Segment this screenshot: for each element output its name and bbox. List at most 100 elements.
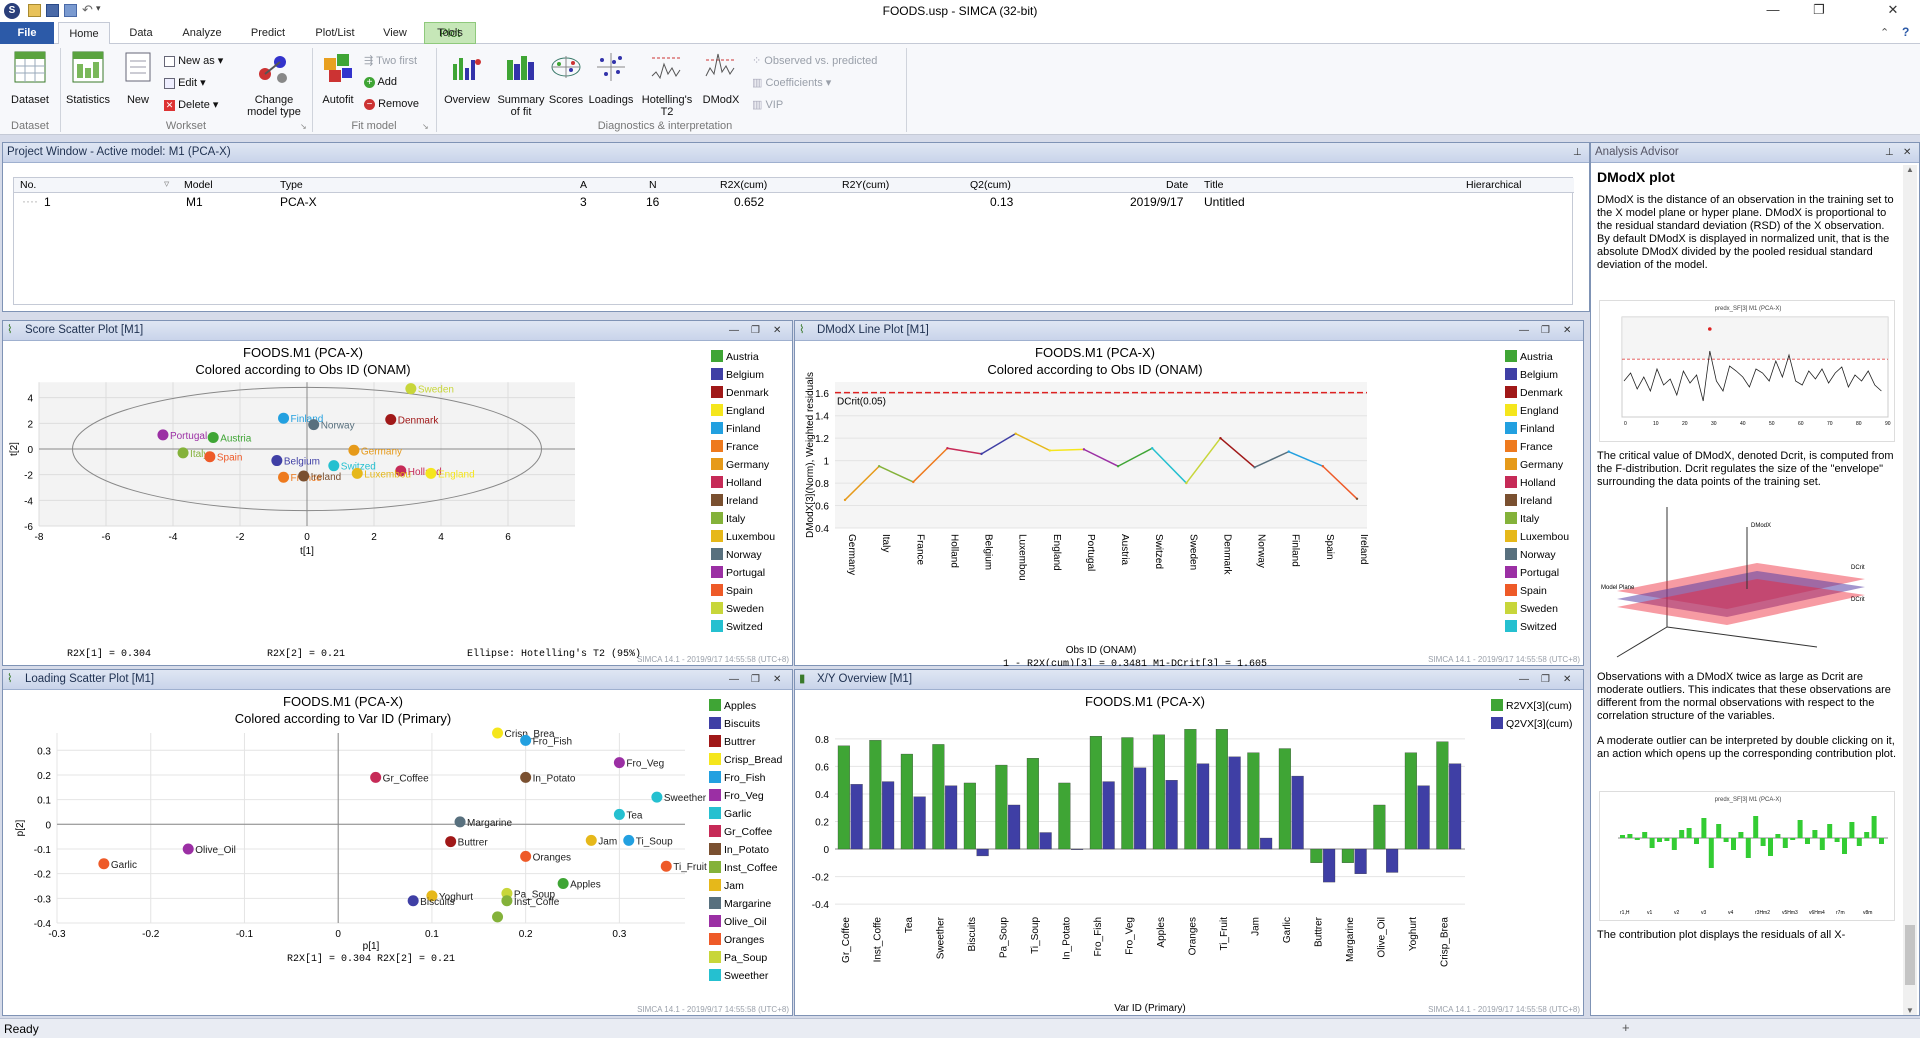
restore-icon[interactable]: ❐ xyxy=(751,670,760,689)
tab-tools[interactable]: Tools xyxy=(424,22,476,44)
scroll-thumb[interactable] xyxy=(1905,925,1915,985)
summary-of-fit-button[interactable]: Summary of fit xyxy=(496,48,546,120)
legend-label-obs: Luxembou xyxy=(726,531,775,543)
col-no[interactable]: No. xyxy=(20,179,36,191)
minimize-icon[interactable]: — xyxy=(729,670,739,689)
observed-vs-predicted-button[interactable]: ⁘ Observed vs. predicted xyxy=(752,54,902,70)
pin-icon[interactable]: ⊥ xyxy=(1885,143,1894,162)
y-axis-label: p[2] xyxy=(15,819,26,836)
restore-icon[interactable]: ❐ xyxy=(1541,670,1550,689)
change-model-type-button[interactable]: Change model type xyxy=(238,48,308,120)
help-icon[interactable]: ? xyxy=(1902,25,1909,39)
restore-icon[interactable]: ❐ xyxy=(1541,321,1550,340)
score-point-label: Germany xyxy=(361,446,402,457)
loading-point-label: In_Potato xyxy=(533,773,576,784)
thumb-x-tick: r3Hm2 xyxy=(1755,910,1770,916)
statistics-button[interactable]: Statistics xyxy=(64,48,112,112)
score-point-label: England xyxy=(438,469,475,480)
autofit-button[interactable]: Autofit xyxy=(316,48,360,112)
sort-icon[interactable]: ▿ xyxy=(164,178,169,190)
add-component-button[interactable]: + Add xyxy=(364,76,434,92)
loading-scatter-plot[interactable]: FOODS.M1 (PCA-X) Colored according to Var… xyxy=(3,691,792,1016)
dialog-launcher-icon[interactable]: ↘ xyxy=(422,122,429,131)
loadings-button[interactable]: Loadings xyxy=(586,48,636,120)
new-workset-button[interactable]: New xyxy=(116,48,160,112)
minimize-icon[interactable]: — xyxy=(1519,670,1529,689)
col-type[interactable]: Type xyxy=(280,179,303,191)
close-icon[interactable]: ✕ xyxy=(1563,321,1571,340)
overview-button[interactable]: Overview xyxy=(440,48,494,112)
col-date[interactable]: Date xyxy=(1166,179,1188,191)
scroll-up-icon[interactable]: ▲ xyxy=(1903,165,1917,174)
dataset-button[interactable]: Dataset xyxy=(6,48,54,112)
close-icon[interactable]: ✕ xyxy=(1903,143,1911,162)
col-r2y[interactable]: R2Y(cum) xyxy=(842,179,889,191)
new-as-button[interactable]: New as ▾ xyxy=(164,54,234,70)
xy-overview-bar-chart[interactable]: FOODS.M1 (PCA-X) -0.4 -0.2 0 0.2 0.4 0.6 0.8 Gr_… xyxy=(795,691,1583,1016)
legend-label-obs: Finland xyxy=(726,423,761,435)
scores-button[interactable]: Scores xyxy=(548,48,584,120)
tab-file[interactable]: File xyxy=(0,22,54,44)
score-point xyxy=(157,429,169,441)
score-point-label: Sweden xyxy=(418,385,454,396)
close-icon[interactable]: ✕ xyxy=(1563,670,1571,689)
table-row[interactable]: ···· 1 M1 PCA-X 3 16 0.652 0.13 2019/9/1… xyxy=(14,194,1574,210)
close-icon[interactable]: ✕ xyxy=(773,321,781,340)
dmodx-button[interactable]: DModX xyxy=(698,48,744,120)
col-n[interactable]: N xyxy=(649,179,657,191)
y-tick-label: 0 xyxy=(45,820,51,831)
restore-icon[interactable]: ❐ xyxy=(751,321,760,340)
tab-data[interactable]: Data xyxy=(116,22,166,44)
two-first-button[interactable]: ⇶ Two first xyxy=(364,54,434,70)
dmodx-line-plot[interactable]: FOODS.M1 (PCA-X) Colored according to Obs… xyxy=(795,342,1583,666)
vip-button[interactable]: ▥ VIP xyxy=(752,98,902,114)
minimize-icon[interactable]: — xyxy=(1519,321,1529,340)
overview-bar xyxy=(1417,785,1430,850)
dialog-launcher-icon[interactable]: ↘ xyxy=(300,122,307,131)
delete-button[interactable]: ✕ Delete ▾ xyxy=(164,98,234,114)
hotellings-t2-button[interactable]: Hotelling's T2 xyxy=(638,48,696,120)
col-r2x[interactable]: R2X(cum) xyxy=(720,179,767,191)
bar-chart-icon: ▮ xyxy=(799,673,806,685)
minimize-icon[interactable]: — xyxy=(729,321,739,340)
thumb-contribution-bar xyxy=(1871,816,1877,838)
minimize-button[interactable]: — xyxy=(1750,0,1796,22)
tab-home[interactable]: Home xyxy=(58,22,110,44)
edit-button[interactable]: Edit ▾ xyxy=(164,76,234,92)
scroll-down-icon[interactable]: ▼ xyxy=(1903,1006,1917,1015)
col-title[interactable]: Title xyxy=(1204,179,1223,191)
ribbon: Dataset Dataset Statistics New New as ▾ … xyxy=(0,44,1920,135)
legend-label-var: Fro_Fish xyxy=(724,772,766,784)
overview-bar xyxy=(1323,848,1336,883)
remove-component-button[interactable]: − Remove xyxy=(364,98,434,114)
new-workset-icon xyxy=(125,52,151,82)
y-tick-label: -0.4 xyxy=(34,919,52,930)
legend-swatch xyxy=(711,404,723,416)
close-button[interactable]: ✕ xyxy=(1870,0,1916,22)
overview-bar xyxy=(976,848,989,857)
col-model[interactable]: Model xyxy=(184,179,213,191)
advisor-paragraph-2: The critical value of DModX, denoted Dcr… xyxy=(1597,450,1894,488)
ribbon-collapse-icon[interactable]: ⌃ xyxy=(1880,26,1889,39)
tab-analyze[interactable]: Analyze xyxy=(172,22,232,44)
advisor-scrollbar[interactable]: ▲ ▼ xyxy=(1903,165,1917,1015)
group-dataset-label: Dataset xyxy=(11,120,49,132)
loading-point xyxy=(98,858,110,870)
maximize-button[interactable]: ❐ xyxy=(1796,0,1842,22)
thumb-x-tick: 60 xyxy=(1798,421,1804,427)
col-q2[interactable]: Q2(cum) xyxy=(970,179,1011,191)
x-tick-label: Portugal xyxy=(1085,534,1096,571)
pin-icon[interactable]: ⊥ xyxy=(1573,143,1582,162)
legend-label-var: Apples xyxy=(724,700,756,712)
legend-swatch xyxy=(711,476,723,488)
col-a[interactable]: A xyxy=(580,179,587,191)
score-scatter-plot[interactable]: FOODS.M1 (PCA-X) Colored according to Obs… xyxy=(3,342,792,666)
tab-predict[interactable]: Predict xyxy=(240,22,296,44)
coefficients-button[interactable]: ▥ Coefficients ▾ xyxy=(752,76,902,92)
x-tick-label: 0 xyxy=(304,532,310,543)
col-hierarchical[interactable]: Hierarchical xyxy=(1466,179,1521,191)
zoom-plus-icon[interactable]: + xyxy=(1622,1020,1630,1035)
tab-plotlist[interactable]: Plot/List xyxy=(304,22,366,44)
tab-view[interactable]: View xyxy=(372,22,418,44)
close-icon[interactable]: ✕ xyxy=(773,670,781,689)
